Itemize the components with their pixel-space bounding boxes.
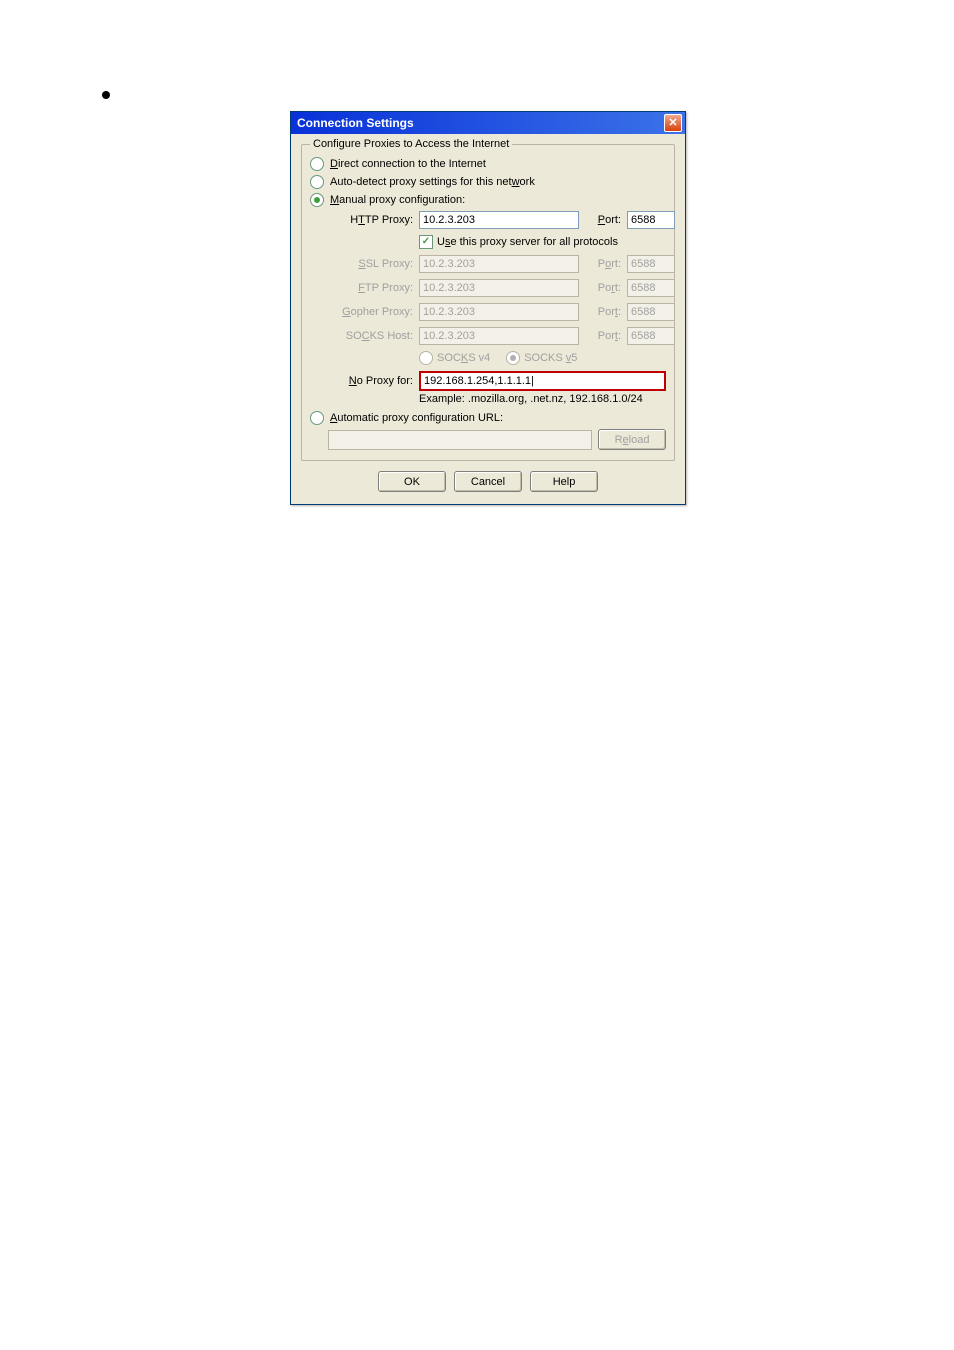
socks-v5-label: SOCKS v5 [524,352,577,364]
radio-manual-label: Manual proxy configuration: [330,194,465,206]
radio-autodetect-row[interactable]: Auto-detect proxy settings for this netw… [310,175,666,189]
group-title: Configure Proxies to Access the Internet [310,138,512,150]
ftp-proxy-label: FTP Proxy: [328,282,413,294]
radio-socks-v5 [506,351,520,365]
proxy-grid: HTTP Proxy: Port: Use this proxy server … [328,211,666,365]
socks-v4-label: SOCKS v4 [437,352,490,364]
gopher-proxy-label: Gopher Proxy: [328,306,413,318]
use-all-label: Use this proxy server for all protocols [437,236,618,248]
dialog-buttons: OK Cancel Help [301,471,675,492]
titlebar[interactable]: Connection Settings ✕ [291,112,685,134]
dialog-body: Configure Proxies to Access the Internet… [291,134,685,504]
radio-socks-v4 [419,351,433,365]
radio-manual-row[interactable]: Manual proxy configuration: [310,193,666,207]
http-proxy-label: HTTP Proxy: [328,214,413,226]
ftp-proxy-input [419,279,579,297]
http-port-label: Port: [585,214,621,226]
ssl-port-input [627,255,675,273]
bullet-marker [102,91,110,99]
radio-autodetect-label: Auto-detect proxy settings for this netw… [330,176,535,188]
no-proxy-input[interactable] [419,371,666,391]
use-all-row[interactable]: Use this proxy server for all protocols [419,235,675,249]
help-button[interactable]: Help [530,471,598,492]
ok-button[interactable]: OK [378,471,446,492]
http-port-input[interactable] [627,211,675,229]
ftp-port-label: Port: [585,282,621,294]
radio-direct-row[interactable]: Direct connection to the Internet [310,157,666,171]
radio-auto-url-label: Automatic proxy configuration URL: [330,412,503,424]
no-proxy-label: No Proxy for: [328,375,413,387]
gopher-port-label: Port: [585,306,621,318]
use-all-checkbox[interactable] [419,235,433,249]
radio-direct[interactable] [310,157,324,171]
radio-auto-url[interactable] [310,411,324,425]
ssl-proxy-input [419,255,579,273]
http-proxy-input[interactable] [419,211,579,229]
auto-url-input [328,430,592,450]
connection-settings-dialog: Connection Settings ✕ Configure Proxies … [290,111,686,505]
close-icon: ✕ [668,118,677,129]
close-button[interactable]: ✕ [664,114,682,132]
configure-proxies-group: Configure Proxies to Access the Internet… [301,144,675,461]
radio-direct-label: Direct connection to the Internet [330,158,486,170]
gopher-port-input [627,303,675,321]
no-proxy-row: No Proxy for: [328,371,666,391]
socks-port-input [627,327,675,345]
dialog-title: Connection Settings [297,116,414,130]
radio-autodetect[interactable] [310,175,324,189]
socks-host-input [419,327,579,345]
radio-manual[interactable] [310,193,324,207]
ftp-port-input [627,279,675,297]
example-text: Example: .mozilla.org, .net.nz, 192.168.… [419,393,666,405]
socks-host-label: SOCKS Host: [328,330,413,342]
gopher-proxy-input [419,303,579,321]
socks-version-row: SOCKS v4 SOCKS v5 [419,351,675,365]
url-reload-row: Reload [328,429,666,450]
radio-auto-url-row[interactable]: Automatic proxy configuration URL: [310,411,666,425]
reload-button: Reload [598,429,666,450]
ssl-proxy-label: SSL Proxy: [328,258,413,270]
cancel-button[interactable]: Cancel [454,471,522,492]
socks-port-label: Port: [585,330,621,342]
ssl-port-label: Port: [585,258,621,270]
